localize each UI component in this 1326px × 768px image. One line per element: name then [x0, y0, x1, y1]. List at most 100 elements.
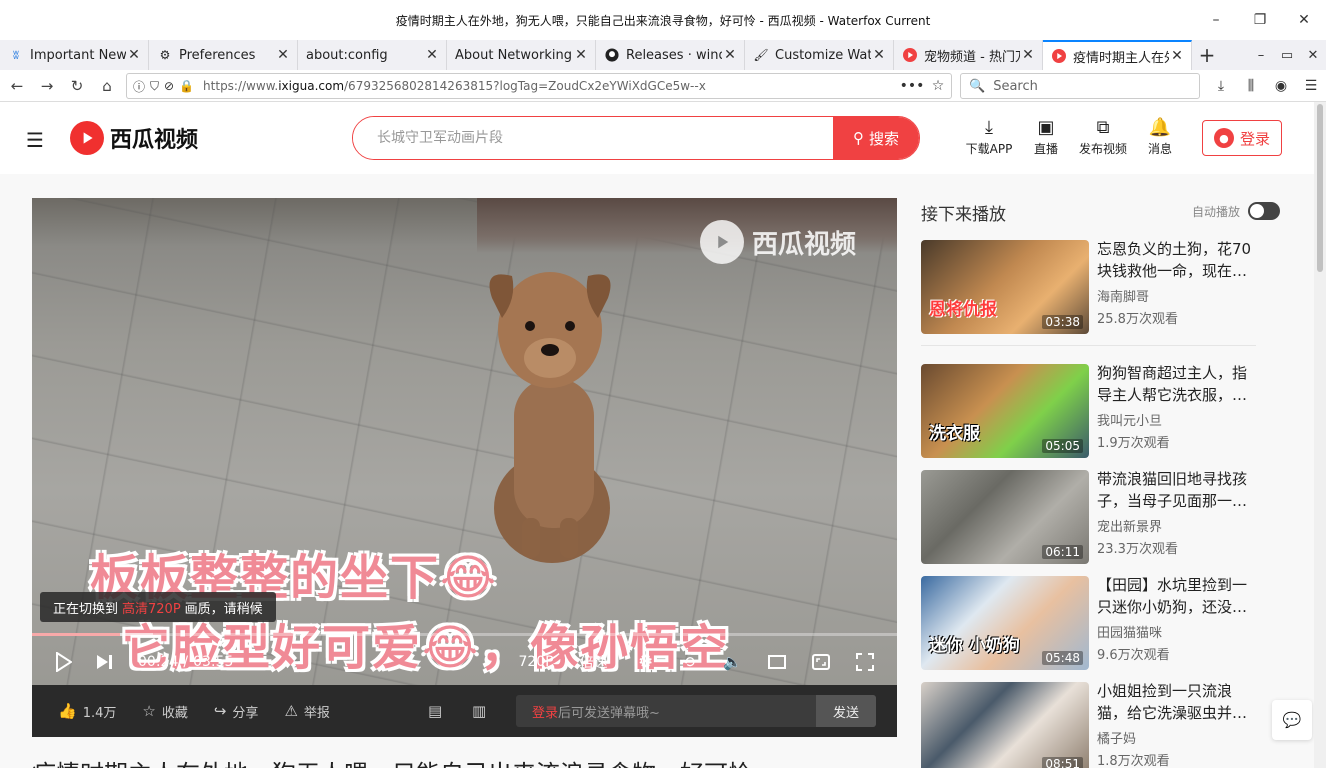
next-icon[interactable] [94, 654, 116, 670]
close-tab-icon[interactable]: ✕ [1020, 47, 1036, 63]
video-author[interactable]: 宠出新景界 [1097, 516, 1162, 535]
feedback-chat-icon[interactable]: 💬 [1272, 700, 1312, 740]
web-fullscreen-icon[interactable] [811, 653, 831, 670]
download-app-button[interactable]: ⤓ 下载APP [959, 116, 1019, 157]
scrollbar-thumb[interactable] [1317, 104, 1323, 272]
tab-important-news[interactable]: ʬ Important News ✕ [0, 40, 149, 70]
settings-gear-icon[interactable]: ⚙ [636, 652, 656, 672]
tab-preferences[interactable]: ⚙ Preferences ✕ [149, 40, 298, 70]
recommended-video[interactable]: 恩将仇报 03:38 忘恩负义的土狗，花70块钱救他一命，现在… 海南脚哥 25… [921, 240, 1261, 334]
video-title[interactable]: 小姐姐捡到一只流浪猫，给它洗澡驱虫并… [1097, 680, 1257, 724]
report-button[interactable]: ⚠ 举报 [284, 702, 329, 721]
autoplay-blocked-icon[interactable]: ⊘ [164, 79, 174, 93]
xigua-watermark-icon [700, 220, 744, 264]
upload-video-label: 发布视频 [1078, 142, 1127, 156]
logo-text: 西瓜视频 [110, 128, 199, 153]
share-button[interactable]: ↪ 分享 [214, 702, 259, 721]
danmu-input[interactable]: 登录 后可发送弹幕哦~ 发送 [516, 695, 876, 727]
back-button[interactable]: ← [2, 72, 32, 100]
hamburger-menu-icon[interactable]: ☰ [26, 128, 44, 152]
library-icon[interactable]: ⫼ [1236, 70, 1266, 102]
new-tab-button[interactable]: + [1192, 40, 1222, 70]
downloads-icon[interactable]: ⤓ [1206, 70, 1236, 102]
danmu-settings-icon[interactable]: ▥ [472, 702, 486, 720]
autoplay-toggle[interactable] [1248, 202, 1281, 220]
close-tab-icon[interactable]: ✕ [871, 47, 887, 63]
messages-button[interactable]: 🔔 消息 [1130, 116, 1190, 157]
video-thumbnail[interactable]: 恩将仇报 03:38 [921, 240, 1089, 334]
live-button[interactable]: ▣ 直播 [1016, 116, 1076, 157]
video-title[interactable]: 狗狗智商超过主人，指导主人帮它洗衣服，… [1097, 362, 1257, 406]
like-button[interactable]: 👍 1.4万 [58, 702, 116, 721]
maximize-icon[interactable]: ▭ [1274, 40, 1300, 70]
tab-releases[interactable]: Releases · wind ✕ [596, 40, 745, 70]
speed-button[interactable]: 倍速 [580, 652, 608, 672]
recommended-video[interactable]: 08:51 小姐姐捡到一只流浪猫，给它洗澡驱虫并… 橘子妈 1.8万次观看 [921, 682, 1261, 768]
play-icon[interactable] [54, 651, 74, 672]
maximize-button[interactable]: ❐ [1238, 0, 1282, 40]
url-text[interactable]: https://www.ixigua.com/67932568028142638… [203, 79, 899, 93]
video-author[interactable]: 海南脚哥 [1097, 286, 1149, 305]
volume-icon[interactable]: 🔈 [723, 653, 743, 671]
upload-video-button[interactable]: ⧉ 发布视频 [1073, 116, 1133, 157]
close-tab-icon[interactable]: ✕ [424, 47, 440, 63]
fullscreen-icon[interactable] [855, 652, 875, 671]
tab-current-video[interactable]: 疫情时期主人在外 ✕ [1043, 40, 1192, 70]
video-author[interactable]: 我叫元小旦 [1097, 410, 1162, 429]
lock-icon[interactable]: 🔒 [179, 79, 194, 93]
video-author[interactable]: 橘子妈 [1097, 728, 1136, 747]
recommended-video[interactable]: 06:11 带流浪猫回旧地寻找孩子，当母子见面那一… 宠出新景界 23.3万次观… [921, 470, 1261, 564]
browser-search-box[interactable]: 🔍 Search [960, 73, 1200, 99]
tab-pet-channel[interactable]: 宠物频道 - 热门万 ✕ [894, 40, 1043, 70]
site-logo[interactable]: 西瓜视频 [70, 121, 198, 155]
recommended-video[interactable]: 洗衣服 05:05 狗狗智商超过主人，指导主人帮它洗衣服，… 我叫元小旦 1.9… [921, 364, 1261, 458]
video-thumbnail[interactable]: 06:11 [921, 470, 1089, 564]
danmu-login-link[interactable]: 登录 [532, 702, 558, 721]
close-tab-icon[interactable]: ✕ [573, 47, 589, 63]
minimize-button[interactable]: – [1194, 0, 1238, 40]
tab-about-config[interactable]: about:config ✕ [298, 40, 447, 70]
close-tab-icon[interactable]: ✕ [126, 47, 142, 63]
video-title[interactable]: 忘恩负义的土狗，花70块钱救他一命，现在… [1097, 238, 1257, 282]
send-danmu-button[interactable]: 发送 [816, 695, 876, 727]
reload-button[interactable]: ↻ [62, 72, 92, 100]
danmu-input-field[interactable]: 登录 后可发送弹幕哦~ [516, 695, 816, 727]
danmu-toggle-icon[interactable]: ▤ [428, 702, 442, 720]
video-author[interactable]: 田园猫猫咪 [1097, 622, 1162, 641]
close-tab-icon[interactable]: ✕ [1169, 48, 1185, 64]
video-duration: 03:38 [1042, 315, 1083, 329]
favorite-button[interactable]: ☆ 收藏 [142, 702, 187, 721]
close-icon[interactable]: ✕ [1300, 40, 1326, 70]
forward-button[interactable]: → [32, 72, 62, 100]
video-title[interactable]: 【田园】水坑里捡到一只迷你小奶狗，还没… [1097, 574, 1257, 618]
minimize-icon[interactable]: – [1248, 40, 1274, 70]
video-title[interactable]: 带流浪猫回旧地寻找孩子，当母子见面那一… [1097, 468, 1257, 512]
menu-icon[interactable]: ☰ [1296, 70, 1326, 102]
report-label: 举报 [303, 705, 330, 721]
close-tab-icon[interactable]: ✕ [275, 47, 291, 63]
page-scrollbar[interactable] [1314, 102, 1326, 768]
info-icon[interactable]: ⓘ [133, 78, 145, 95]
bookmark-star-icon[interactable]: ☆ [925, 78, 951, 94]
url-bar[interactable]: ⓘ ⛉ ⊘ 🔒 https://www.ixigua.com/679325680… [126, 73, 952, 99]
login-button[interactable]: ● 登录 [1202, 120, 1282, 156]
recommended-video[interactable]: 迷你 小奶狗 05:48 【田园】水坑里捡到一只迷你小奶狗，还没… 田园猫猫咪 … [921, 576, 1261, 670]
loop-icon[interactable]: ⟲ [679, 653, 699, 671]
video-thumbnail[interactable]: 08:51 [921, 682, 1089, 768]
tab-customize[interactable]: 🖌 Customize Wate ✕ [745, 40, 894, 70]
video-progress-bar[interactable] [32, 633, 897, 636]
video-thumbnail[interactable]: 洗衣服 05:05 [921, 364, 1089, 458]
quality-button[interactable]: 720P [518, 654, 553, 670]
theater-mode-icon[interactable] [767, 654, 787, 669]
page-actions-icon[interactable]: ••• [899, 78, 925, 94]
video-player[interactable]: 西瓜视频 板板整整的坐下😂 它脸型好可爱😂，像孙悟空 正在切换到 高清720P … [32, 198, 897, 685]
close-tab-icon[interactable]: ✕ [722, 47, 738, 63]
tab-about-networking[interactable]: About Networking ✕ [447, 40, 596, 70]
account-icon[interactable]: ◉ [1266, 70, 1296, 102]
video-thumbnail[interactable]: 迷你 小奶狗 05:48 [921, 576, 1089, 670]
close-window-button[interactable]: ✕ [1282, 0, 1326, 40]
site-search-button[interactable]: ⚲ 搜索 [833, 117, 919, 159]
shield-icon[interactable]: ⛉ [150, 79, 159, 94]
home-button[interactable]: ⌂ [92, 72, 122, 100]
site-search-input[interactable] [353, 117, 833, 159]
